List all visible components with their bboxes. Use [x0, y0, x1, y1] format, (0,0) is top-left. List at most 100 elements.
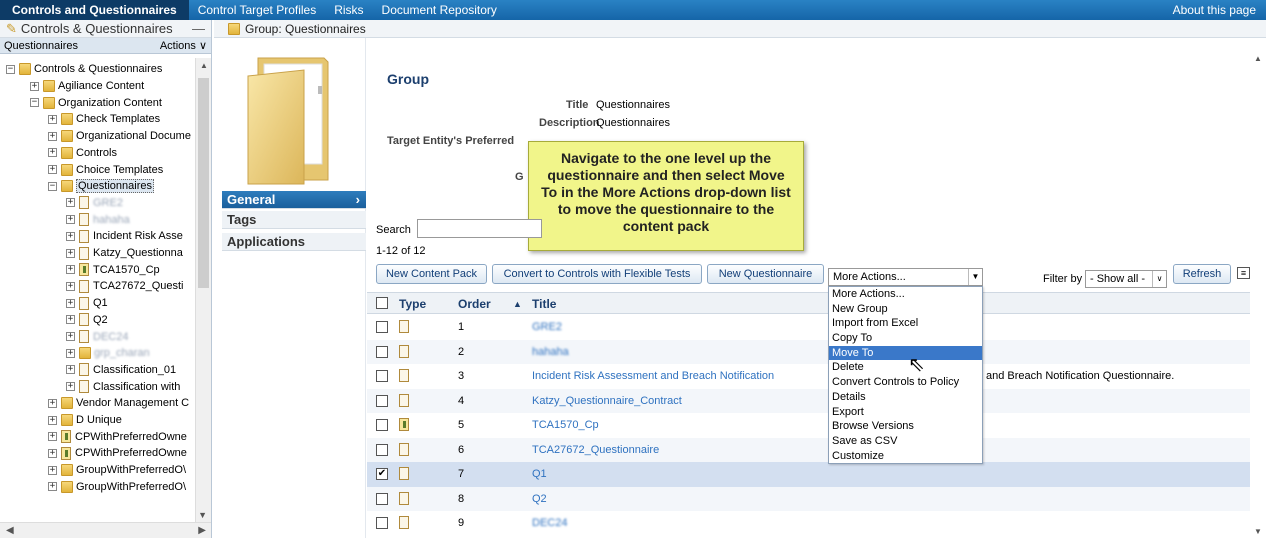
column-order[interactable]: Order: [458, 297, 491, 311]
tree-item[interactable]: + Classification_01: [66, 362, 176, 379]
tree-item[interactable]: + GroupWithPreferredO\: [48, 462, 186, 479]
tab-control-target-profiles[interactable]: Control Target Profiles: [189, 0, 326, 20]
expand-icon[interactable]: +: [48, 398, 57, 408]
menu-item[interactable]: Customize: [829, 449, 982, 464]
new-content-pack-button[interactable]: New Content Pack: [376, 264, 487, 284]
menu-item[interactable]: Details: [829, 390, 982, 405]
menu-item[interactable]: Export: [829, 405, 982, 420]
expand-icon[interactable]: +: [48, 432, 57, 442]
scroll-right-icon[interactable]: ▶: [198, 525, 206, 536]
table-row[interactable]: 6 TCA27672_Questionnaire: [367, 437, 1266, 462]
actions-menu[interactable]: Actions ∨: [160, 39, 207, 52]
table-row[interactable]: 3 Incident Risk Assessment and Breach Not…: [367, 364, 1266, 389]
table-row[interactable]: 2 hahaha: [367, 339, 1266, 364]
row-checkbox[interactable]: [376, 492, 388, 505]
table-row[interactable]: 9 DEC24: [367, 511, 1266, 536]
tree-item[interactable]: + Classification with: [66, 378, 180, 395]
row-checkbox[interactable]: [376, 370, 388, 382]
convert-to-controls-button[interactable]: Convert to Controls with Flexible Tests: [492, 264, 702, 284]
collapse-panel-button[interactable]: —: [192, 21, 205, 36]
column-chooser-icon[interactable]: ≡: [1237, 267, 1250, 279]
row-title-link[interactable]: TCA27672_Questionnaire: [532, 444, 659, 456]
tree-item[interactable]: + TCA27672_Questi: [66, 278, 184, 295]
menu-item[interactable]: Convert Controls to Policy: [829, 375, 982, 390]
expand-icon[interactable]: +: [66, 215, 75, 225]
tab-controls-and-questionnaires[interactable]: Controls and Questionnaires: [0, 0, 189, 20]
filter-select[interactable]: - Show all - ∨: [1085, 270, 1167, 288]
collapse-icon[interactable]: −: [30, 98, 39, 108]
tree-horizontal-scrollbar[interactable]: ◀ ▶: [0, 522, 211, 538]
column-title[interactable]: Title: [532, 297, 556, 311]
row-title-link[interactable]: Katzy_Questionnaire_Contract: [532, 395, 682, 407]
chevron-down-icon[interactable]: ∨: [1152, 271, 1166, 287]
expand-icon[interactable]: +: [48, 131, 57, 141]
expand-icon[interactable]: +: [66, 315, 75, 325]
menu-item[interactable]: Save as CSV: [829, 434, 982, 449]
expand-icon[interactable]: +: [48, 482, 57, 492]
row-title-link[interactable]: Q1: [532, 468, 547, 480]
row-checkbox[interactable]: ✔: [376, 468, 388, 480]
menu-item[interactable]: Move To: [829, 345, 982, 361]
tree-item[interactable]: + DEC24: [66, 328, 128, 345]
expand-icon[interactable]: +: [66, 248, 75, 258]
tree-item[interactable]: + CPWithPreferredOwne: [48, 428, 187, 445]
sort-ascending-icon[interactable]: ▲: [513, 299, 522, 309]
tree-item[interactable]: + Q1: [66, 295, 108, 312]
tree-item[interactable]: + Incident Risk Asse: [66, 228, 183, 245]
tree-item[interactable]: + grp_charan: [66, 345, 150, 362]
tree-item[interactable]: + Katzy_Questionna: [66, 245, 183, 262]
row-checkbox[interactable]: [376, 321, 388, 333]
select-all-checkbox[interactable]: [376, 297, 388, 309]
scroll-down-icon[interactable]: ▼: [198, 510, 207, 520]
scroll-up-icon[interactable]: ▲: [1254, 54, 1262, 63]
row-title-link[interactable]: Q2: [532, 493, 547, 505]
tree-item[interactable]: + Check Templates: [48, 111, 160, 128]
refresh-button[interactable]: Refresh: [1173, 264, 1231, 284]
expand-icon[interactable]: +: [66, 298, 75, 308]
tree-item[interactable]: − Controls & Questionnaires: [6, 61, 162, 78]
row-checkbox[interactable]: [376, 345, 388, 358]
collapse-icon[interactable]: −: [48, 181, 57, 191]
expand-icon[interactable]: +: [66, 365, 75, 375]
tree-item[interactable]: + GRE2: [66, 195, 123, 212]
column-type[interactable]: Type: [399, 297, 426, 311]
expand-icon[interactable]: +: [66, 348, 75, 358]
menu-item[interactable]: More Actions...: [829, 287, 982, 302]
row-checkbox[interactable]: [376, 443, 388, 456]
tab-risks[interactable]: Risks: [325, 0, 372, 20]
row-title-link[interactable]: GRE2: [532, 321, 562, 333]
scroll-up-icon[interactable]: ▲: [200, 61, 208, 70]
tree-item[interactable]: + hahaha: [66, 211, 130, 228]
tree-item[interactable]: − Organization Content: [30, 94, 162, 111]
scrollbar-thumb[interactable]: [198, 78, 209, 288]
table-row[interactable]: 4 Katzy_Questionnaire_Contract: [367, 388, 1266, 413]
expand-icon[interactable]: +: [48, 465, 57, 475]
sidenav-applications[interactable]: Applications: [222, 233, 366, 251]
about-this-page-link[interactable]: About this page: [1173, 3, 1266, 17]
tree-vertical-scrollbar[interactable]: ▲: [195, 58, 211, 524]
menu-item[interactable]: Copy To: [829, 331, 982, 346]
tree-item[interactable]: + TCA1570_Cp: [66, 261, 160, 278]
sidenav-general[interactable]: General ›: [222, 191, 366, 209]
menu-item[interactable]: Delete: [829, 360, 982, 375]
table-row[interactable]: 1 GRE2: [367, 315, 1266, 340]
chevron-down-icon[interactable]: ▼: [968, 269, 982, 285]
expand-icon[interactable]: +: [48, 165, 57, 175]
tab-document-repository[interactable]: Document Repository: [373, 0, 506, 20]
menu-item[interactable]: Browse Versions: [829, 419, 982, 434]
tree-item[interactable]: + Controls: [48, 145, 117, 162]
expand-icon[interactable]: +: [48, 415, 57, 425]
more-actions-select[interactable]: More Actions... ▼: [828, 268, 983, 286]
expand-icon[interactable]: +: [66, 231, 75, 241]
table-row[interactable]: 5 TCA1570_Cp: [367, 413, 1266, 438]
row-checkbox[interactable]: [376, 419, 388, 431]
main-vertical-scrollbar[interactable]: ▲ ▼: [1250, 52, 1266, 538]
menu-item[interactable]: New Group: [829, 302, 982, 317]
sidenav-tags[interactable]: Tags: [222, 211, 366, 229]
row-title-link[interactable]: DEC24: [532, 517, 567, 529]
tree-item[interactable]: + Organizational Docume: [48, 128, 191, 145]
expand-icon[interactable]: +: [66, 265, 75, 275]
expand-icon[interactable]: +: [66, 281, 75, 291]
table-row[interactable]: ✔ 7 Q1: [367, 462, 1266, 487]
row-checkbox[interactable]: [376, 517, 388, 529]
